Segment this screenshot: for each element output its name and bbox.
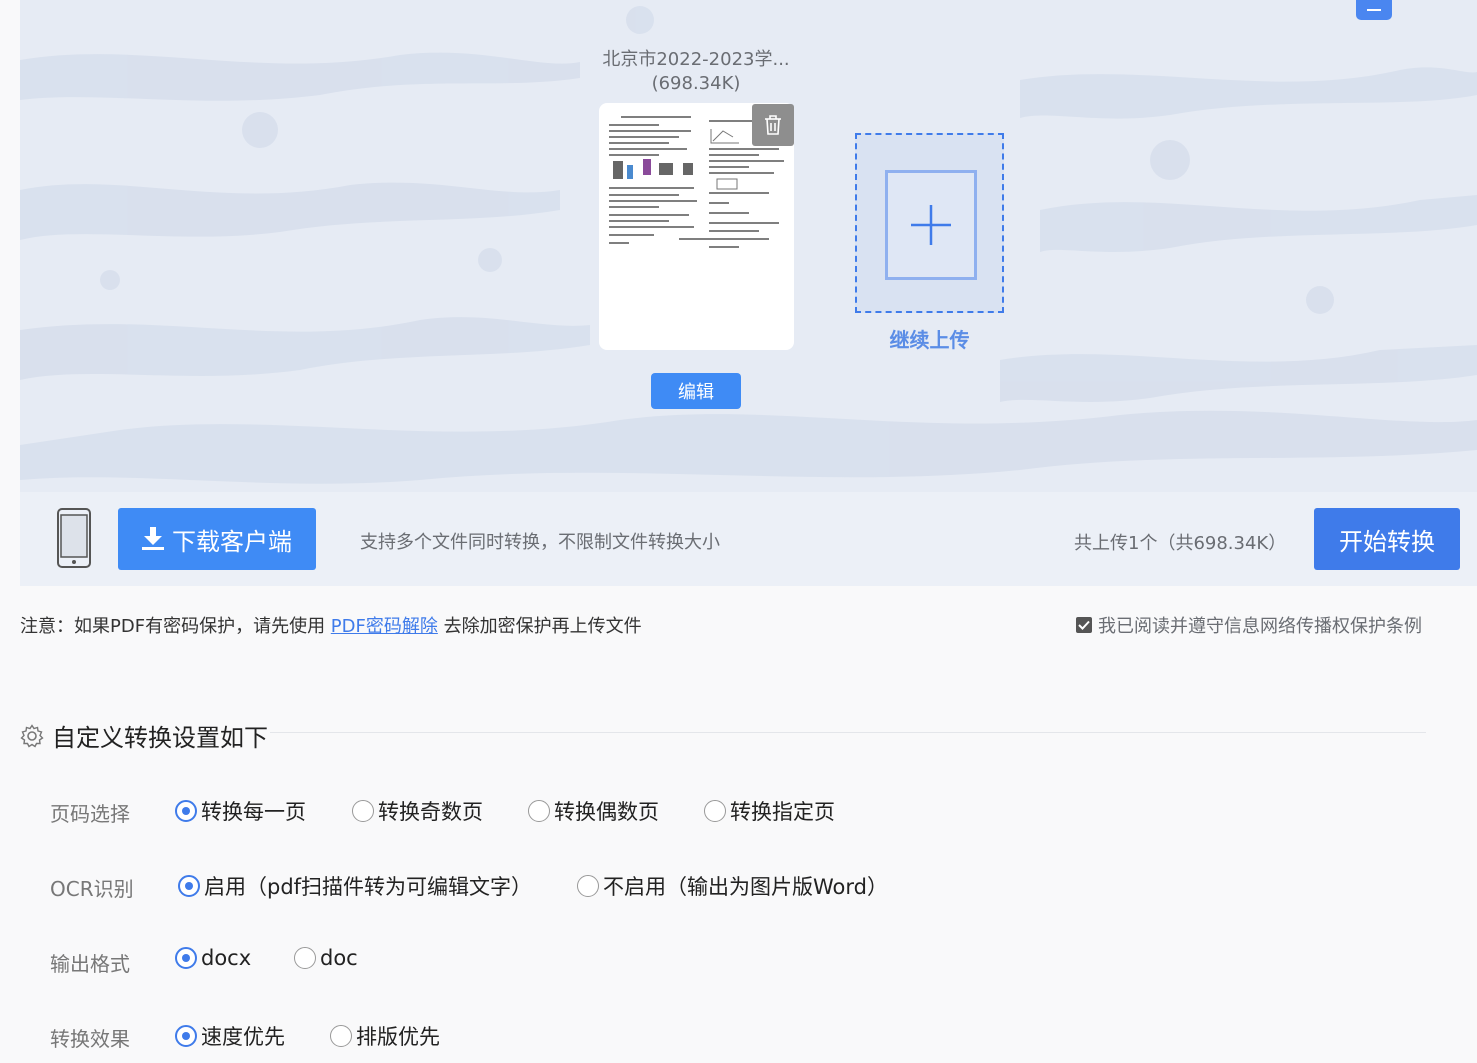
radio-docx[interactable]: docx xyxy=(175,946,251,970)
radio-label: 转换偶数页 xyxy=(554,800,659,824)
delete-file-button[interactable] xyxy=(752,104,794,146)
format-label: 输出格式 xyxy=(50,952,130,976)
page-selection-row: 页码选择 转换每一页 转换奇数页 转换偶数页 转换指定页 xyxy=(0,790,1477,830)
radio-label: 速度优先 xyxy=(201,1025,285,1049)
radio-label: docx xyxy=(201,946,252,970)
radio-speed-first[interactable]: 速度优先 xyxy=(175,1021,285,1051)
settings-title: 自定义转换设置如下 xyxy=(52,724,268,752)
radio-label: 转换每一页 xyxy=(201,800,306,824)
radio-ocr-off[interactable]: 不启用（输出为图片版Word） xyxy=(577,871,888,901)
continue-upload-label[interactable]: 继续上传 xyxy=(855,324,1004,353)
radio-odd-pages[interactable]: 转换奇数页 xyxy=(352,796,483,826)
radio-button[interactable] xyxy=(352,800,374,822)
radio-label: 转换指定页 xyxy=(730,800,835,824)
radio-label: doc xyxy=(320,946,358,970)
radio-every-page[interactable]: 转换每一页 xyxy=(175,796,306,826)
radio-button[interactable] xyxy=(330,1025,352,1047)
password-notice: 注意：如果PDF有密码保护，请先使用 PDF密码解除 去除加密保护再上传文件 xyxy=(20,612,642,638)
ocr-row: OCR识别 启用（pdf扫描件转为可编辑文字） 不启用（输出为图片版Word） xyxy=(0,865,1477,905)
radio-button[interactable] xyxy=(577,875,599,897)
upload-count: 共上传1个（共698.34K） xyxy=(1074,533,1287,554)
radio-doc[interactable]: doc xyxy=(294,946,358,970)
file-name: 北京市2022-2023学... xyxy=(602,49,790,70)
edit-button[interactable]: 编辑 xyxy=(651,373,741,409)
effect-row: 转换效果 速度优先 排版优先 xyxy=(0,1015,1477,1055)
radio-label: 启用（pdf扫描件转为可编辑文字） xyxy=(204,875,533,899)
agreement-checkbox[interactable] xyxy=(1076,617,1092,633)
phone-icon xyxy=(57,508,91,568)
radio-button[interactable] xyxy=(528,800,550,822)
pdf-unlock-link[interactable]: PDF密码解除 xyxy=(331,616,438,637)
radio-button[interactable] xyxy=(704,800,726,822)
agreement[interactable]: 我已阅读并遵守信息网络传播权保护条例 xyxy=(1076,612,1422,638)
upload-area: 北京市2022-2023学... (698.34K) 编辑 继续上传 xyxy=(20,0,1477,492)
plus-box xyxy=(885,170,977,280)
notice-prefix: 注意：如果PDF有密码保护，请先使用 xyxy=(20,616,331,637)
support-text: 支持多个文件同时转换，不限制文件转换大小 xyxy=(360,532,720,553)
settings-header: 自定义转换设置如下 xyxy=(20,718,268,753)
action-bar: 下载客户端 支持多个文件同时转换，不限制文件转换大小 共上传1个（共698.34… xyxy=(20,492,1477,586)
file-size: (698.34K) xyxy=(651,73,741,94)
radio-button[interactable] xyxy=(178,875,200,897)
radio-even-pages[interactable]: 转换偶数页 xyxy=(528,796,659,826)
download-icon xyxy=(142,527,164,550)
plus-icon xyxy=(911,205,951,245)
check-icon xyxy=(1078,620,1090,630)
radio-label: 转换奇数页 xyxy=(378,800,483,824)
settings-divider xyxy=(270,732,1426,733)
radio-label: 不启用（输出为图片版Word） xyxy=(603,875,888,899)
download-corner-icon[interactable] xyxy=(1356,0,1392,20)
start-convert-button[interactable]: 开始转换 xyxy=(1314,508,1460,570)
radio-button[interactable] xyxy=(175,1025,197,1047)
radio-layout-first[interactable]: 排版优先 xyxy=(330,1021,440,1051)
format-row: 输出格式 docx doc xyxy=(0,940,1477,980)
download-client-button[interactable]: 下载客户端 xyxy=(118,508,316,570)
effect-label: 转换效果 xyxy=(50,1027,130,1051)
radio-button[interactable] xyxy=(294,947,316,969)
notice-suffix: 去除加密保护再上传文件 xyxy=(437,616,642,637)
radio-specific-pages[interactable]: 转换指定页 xyxy=(704,796,835,826)
radio-button[interactable] xyxy=(175,947,197,969)
radio-button[interactable] xyxy=(175,800,197,822)
radio-label: 排版优先 xyxy=(356,1025,440,1049)
agreement-label: 我已阅读并遵守信息网络传播权保护条例 xyxy=(1098,616,1422,637)
download-client-label: 下载客户端 xyxy=(172,527,292,556)
continue-upload-box[interactable] xyxy=(855,133,1004,313)
trash-icon xyxy=(765,115,781,135)
gear-icon xyxy=(20,723,44,748)
ocr-label: OCR识别 xyxy=(50,877,134,901)
page-selection-label: 页码选择 xyxy=(50,802,130,826)
radio-ocr-on[interactable]: 启用（pdf扫描件转为可编辑文字） xyxy=(178,871,532,901)
